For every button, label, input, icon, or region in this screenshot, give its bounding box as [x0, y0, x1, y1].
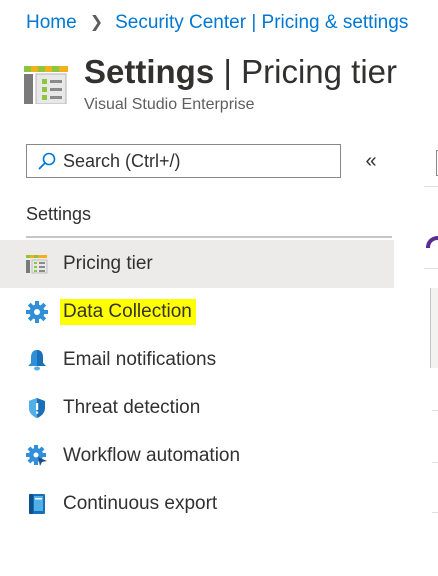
menu-item-label: Continuous export	[63, 493, 218, 514]
divider	[432, 512, 438, 513]
workflow-gear-icon	[25, 444, 49, 468]
menu-item-email-notifications[interactable]: Email notifications	[0, 336, 394, 384]
divider	[432, 462, 438, 463]
menu-item-threat-detection[interactable]: Threat detection	[0, 384, 394, 432]
menu-item-label: Pricing tier	[63, 253, 153, 274]
book-icon	[25, 492, 49, 516]
menu-item-label: Data Collection	[60, 299, 196, 325]
divider	[424, 268, 438, 269]
search-box[interactable]	[26, 144, 341, 178]
menu-item-workflow-automation[interactable]: Workflow automation	[0, 432, 394, 480]
content-panel-edge	[430, 288, 438, 368]
shield-icon	[25, 396, 49, 420]
divider	[432, 410, 438, 411]
bell-icon	[25, 348, 49, 372]
pricing-tier-icon	[25, 252, 49, 276]
breadcrumb-home-link[interactable]: Home	[26, 12, 77, 34]
menu-item-data-collection[interactable]: Data Collection	[0, 288, 394, 336]
content-pane-edge	[424, 140, 438, 576]
page-title-separator: |	[223, 53, 232, 90]
settings-menu: Pricing tier Data Collection Email notif…	[0, 240, 394, 528]
menu-item-pricing-tier[interactable]: Pricing tier	[0, 240, 394, 288]
menu-item-continuous-export[interactable]: Continuous export	[0, 480, 394, 528]
menu-item-label: Email notifications	[63, 349, 217, 370]
cut-off-icon	[424, 226, 438, 266]
breadcrumb-parent-link[interactable]: Security Center | Pricing & settings	[115, 12, 408, 34]
page-subtitle: Visual Studio Enterprise	[84, 96, 255, 113]
page-title-main: Settings	[84, 53, 215, 90]
page-title-sub: Pricing tier	[241, 53, 397, 90]
settings-list-icon	[24, 62, 70, 105]
section-title: Settings	[26, 204, 92, 224]
section-divider	[26, 236, 392, 238]
divider	[424, 186, 438, 187]
page-title: Settings | Pricing tier	[84, 50, 397, 94]
gear-icon	[25, 300, 49, 324]
search-icon	[35, 149, 59, 173]
menu-item-label: Workflow automation	[63, 445, 241, 466]
menu-item-label: Threat detection	[63, 397, 201, 418]
breadcrumb: Home ❯ Security Center | Pricing & setti…	[26, 10, 408, 36]
chevron-right-icon: ❯	[89, 14, 104, 31]
search-input[interactable]	[63, 150, 333, 172]
double-chevron-left-icon[interactable]: «	[360, 148, 382, 174]
